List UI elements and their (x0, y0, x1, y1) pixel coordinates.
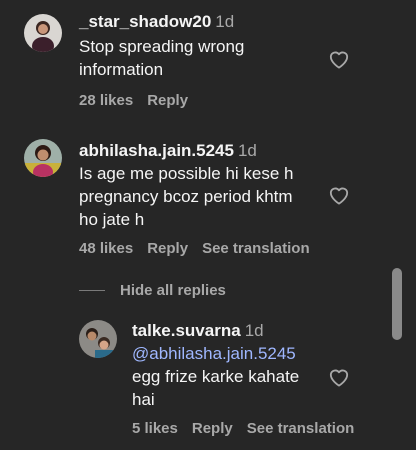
see-translation-button[interactable]: See translation (202, 240, 310, 257)
reply-button[interactable]: Reply (147, 92, 188, 109)
username-text[interactable]: _star_shadow20 (79, 12, 211, 31)
likes-count[interactable]: 5 likes (132, 420, 178, 437)
comment-actions: 28 likes Reply (79, 92, 202, 109)
hide-replies-label[interactable]: Hide all replies (120, 282, 226, 299)
heart-icon[interactable] (328, 185, 350, 205)
avatar[interactable] (24, 139, 62, 177)
hide-replies-button[interactable]: Hide all replies (79, 281, 226, 299)
username[interactable]: _star_shadow20 1d (79, 12, 234, 32)
timestamp: 1d (215, 12, 235, 31)
avatar-image (24, 14, 62, 52)
username-text[interactable]: abhilasha.jain.5245 (79, 141, 234, 160)
avatar-image (24, 139, 62, 177)
comment-actions: 48 likes Reply See translation (79, 240, 324, 257)
avatar-image (79, 320, 117, 358)
heart-icon[interactable] (328, 367, 350, 387)
scrollbar-thumb[interactable] (392, 268, 402, 340)
timestamp: 1d (237, 141, 257, 160)
comment-text: @abhilasha.jain.5245 egg frize karke kaha… (132, 342, 322, 411)
username-text[interactable]: talke.suvarna (132, 321, 241, 340)
divider (79, 289, 105, 291)
comment-text: Is age me possible hi kese h pregnancy b… (79, 164, 294, 229)
avatar[interactable] (79, 320, 117, 358)
reply-text: egg frize karke kahate hai (132, 367, 300, 409)
scrollbar-track[interactable] (390, 0, 404, 450)
see-translation-button[interactable]: See translation (247, 420, 355, 437)
mention-link[interactable]: @abhilasha.jain.5245 (132, 342, 322, 365)
likes-count[interactable]: 28 likes (79, 92, 133, 109)
heart-icon[interactable] (328, 49, 350, 69)
avatar[interactable] (24, 14, 62, 52)
comment-actions: 5 likes Reply See translation (132, 420, 368, 437)
username[interactable]: talke.suvarna 1d (132, 321, 264, 341)
comment-text: Stop spreading wrong information (79, 37, 245, 79)
timestamp: 1d (244, 321, 264, 340)
likes-count[interactable]: 48 likes (79, 240, 133, 257)
reply-button[interactable]: Reply (192, 420, 233, 437)
username[interactable]: abhilasha.jain.5245 1d (79, 141, 257, 161)
reply-button[interactable]: Reply (147, 240, 188, 257)
